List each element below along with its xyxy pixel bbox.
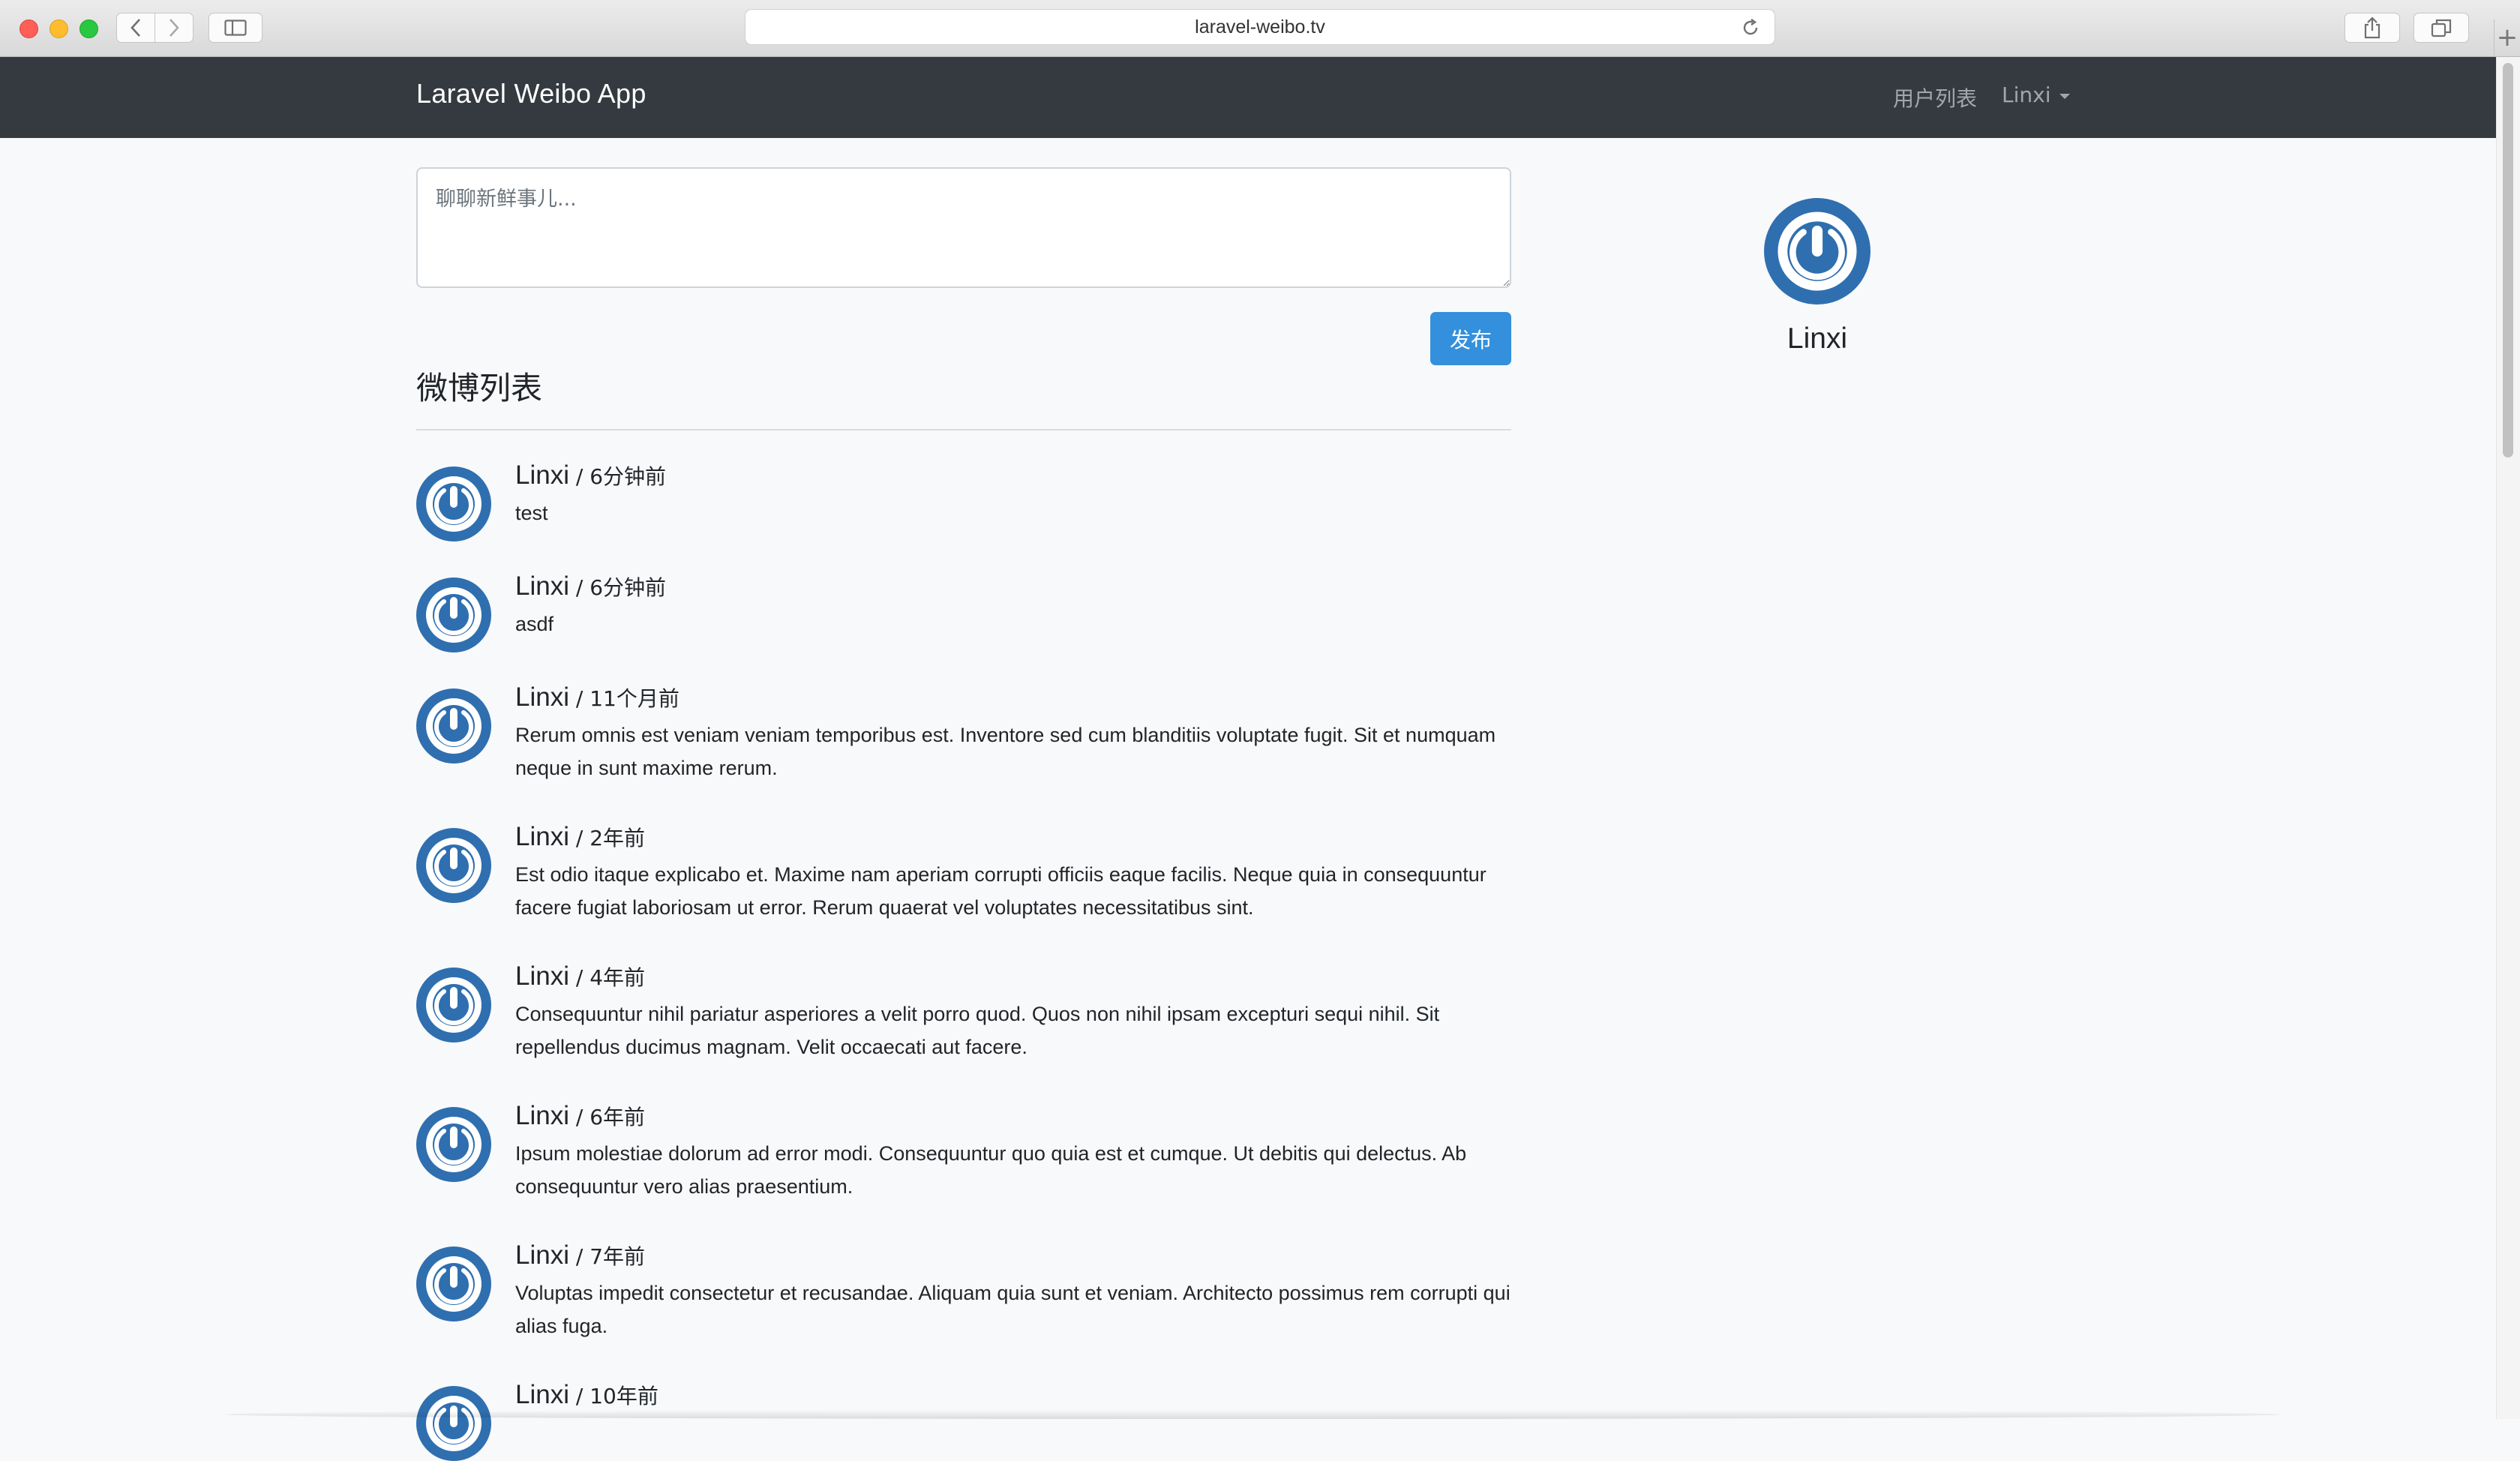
status-content: Consequuntur nihil pariatur asperiores a… bbox=[515, 1003, 1440, 1058]
divider bbox=[416, 429, 1511, 430]
avatar[interactable] bbox=[416, 466, 491, 542]
post-time: / 4年前 bbox=[568, 965, 646, 990]
sidebar-icon bbox=[224, 20, 247, 36]
avatar[interactable] bbox=[416, 968, 491, 1042]
status-content: Voluptas impedit consectetur et recusand… bbox=[515, 1282, 1510, 1337]
status-input[interactable] bbox=[416, 167, 1511, 288]
status-meta: Linxi / 10年前 bbox=[515, 1380, 658, 1410]
author-link[interactable]: Linxi bbox=[515, 822, 569, 851]
author-link[interactable]: Linxi bbox=[515, 1380, 569, 1409]
navbar: Laravel Weibo App 用户列表 Linxi bbox=[0, 57, 2496, 138]
caret-down-icon bbox=[2060, 93, 2071, 99]
post-time: / 6分钟前 bbox=[568, 464, 667, 489]
user-menu-label: Linxi bbox=[2002, 82, 2051, 107]
tabs-overview-button[interactable] bbox=[2414, 13, 2469, 43]
avatar[interactable] bbox=[416, 1107, 491, 1182]
share-icon bbox=[2364, 16, 2380, 39]
avatar[interactable] bbox=[416, 578, 491, 652]
avatar[interactable] bbox=[416, 828, 491, 903]
post-time: / 10年前 bbox=[568, 1384, 658, 1408]
new-tab-button[interactable]: + bbox=[2494, 20, 2520, 56]
reload-icon[interactable] bbox=[1740, 17, 1761, 44]
feed-title: 微博列表 bbox=[416, 370, 543, 406]
status-content: asdf bbox=[515, 613, 554, 635]
status-meta: Linxi / 6分钟前 bbox=[515, 572, 666, 602]
author-link[interactable]: Linxi bbox=[515, 572, 569, 601]
close-window-button[interactable] bbox=[20, 20, 38, 38]
tabs-icon bbox=[2431, 19, 2452, 38]
status-content: Est odio itaque explicabo et. Maxime nam… bbox=[515, 863, 1486, 919]
minimize-window-button[interactable] bbox=[50, 20, 68, 38]
publish-button[interactable]: 发布 bbox=[1430, 312, 1511, 365]
status-meta: Linxi / 11个月前 bbox=[515, 682, 680, 712]
author-link[interactable]: Linxi bbox=[515, 1101, 569, 1130]
status-meta: Linxi / 6分钟前 bbox=[515, 460, 666, 490]
sidebar-toggle-button[interactable] bbox=[208, 13, 262, 43]
post-time: / 7年前 bbox=[568, 1244, 646, 1269]
scrollbar-thumb[interactable] bbox=[2503, 63, 2513, 458]
status-meta: Linxi / 4年前 bbox=[515, 962, 645, 992]
plus-icon: + bbox=[2496, 22, 2518, 52]
status-content: test bbox=[515, 502, 548, 524]
status-content: Ipsum molestiae dolorum ad error modi. C… bbox=[515, 1142, 1467, 1198]
author-link[interactable]: Linxi bbox=[515, 962, 569, 991]
window-edge-shadow bbox=[225, 1410, 2280, 1419]
avatar[interactable] bbox=[416, 688, 491, 764]
forward-button[interactable] bbox=[154, 13, 194, 43]
back-button[interactable] bbox=[116, 13, 155, 43]
status-meta: Linxi / 6年前 bbox=[515, 1101, 645, 1131]
post-time: / 6年前 bbox=[568, 1105, 646, 1130]
zoom-window-button[interactable] bbox=[80, 20, 98, 38]
author-link[interactable]: Linxi bbox=[515, 460, 569, 490]
address-bar[interactable]: laravel-weibo.tv bbox=[745, 9, 1775, 45]
user-avatar[interactable] bbox=[1764, 198, 1870, 304]
status-content: Rerum omnis est veniam veniam temporibus… bbox=[515, 724, 1496, 779]
browser-toolbar: laravel-weibo.tv + bbox=[0, 0, 2520, 57]
avatar[interactable] bbox=[416, 1246, 491, 1322]
user-name: Linxi bbox=[1786, 322, 1848, 355]
author-link[interactable]: Linxi bbox=[515, 682, 569, 712]
brand-link[interactable]: Laravel Weibo App bbox=[416, 78, 646, 110]
url-text: laravel-weibo.tv bbox=[1195, 16, 1325, 38]
post-time: / 11个月前 bbox=[568, 686, 680, 711]
post-time: / 2年前 bbox=[568, 826, 646, 850]
author-link[interactable]: Linxi bbox=[515, 1240, 569, 1270]
status-meta: Linxi / 7年前 bbox=[515, 1240, 645, 1270]
share-button[interactable] bbox=[2344, 13, 2400, 43]
avatar[interactable] bbox=[416, 1386, 491, 1461]
user-menu-dropdown[interactable]: Linxi bbox=[2002, 82, 2071, 107]
users-list-link[interactable]: 用户列表 bbox=[1893, 82, 1977, 112]
chevron-left-icon bbox=[130, 19, 140, 37]
status-meta: Linxi / 2年前 bbox=[515, 822, 645, 852]
chevron-right-icon bbox=[170, 19, 179, 37]
post-time: / 6分钟前 bbox=[568, 575, 667, 600]
